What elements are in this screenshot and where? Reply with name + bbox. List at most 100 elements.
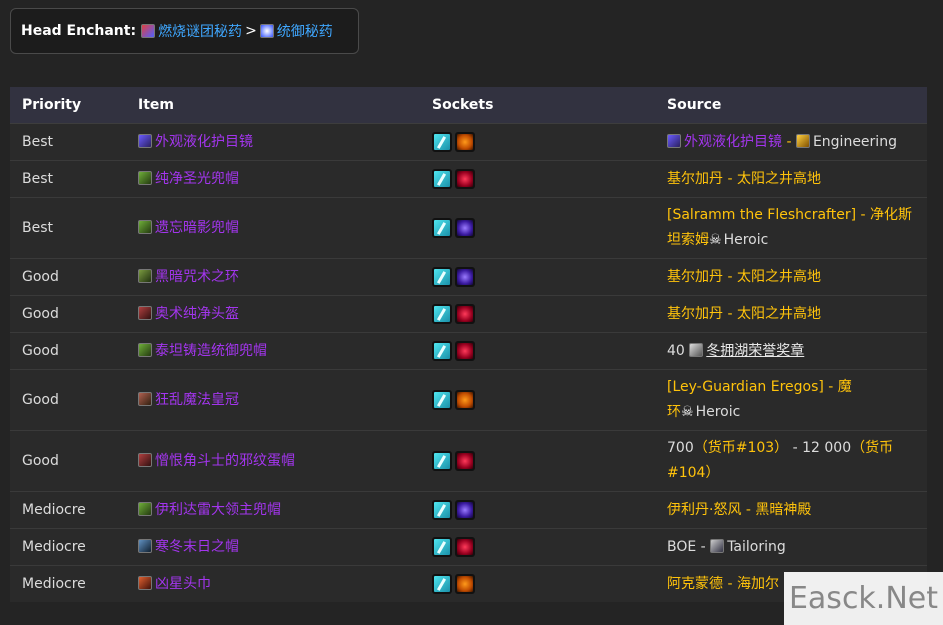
red-socket-icon[interactable] [455, 536, 475, 557]
prismatic-socket-icon[interactable] [432, 217, 452, 238]
source-cell: 基尔加丹 - 太阳之井高地 [655, 258, 927, 296]
source-cell: 700（货币#103） - 12 000（货币 #104） [655, 430, 927, 492]
sockets-cell [420, 369, 655, 431]
enchant-link-a[interactable]: 燃烧谜团秘药 [158, 21, 242, 41]
hood-icon [138, 342, 152, 357]
helm-icon [138, 452, 152, 467]
table-row: Best 外观液化护目镜 外观液化护目镜 - Engineering [10, 123, 927, 161]
table-header-row: Priority Item Sockets Source [10, 87, 927, 124]
source-text[interactable]: 冬拥湖荣誉奖章 [706, 343, 804, 359]
prismatic-socket-icon[interactable] [432, 131, 452, 152]
priority-cell: Best [10, 123, 126, 161]
table-row: Best 纯净圣光兜帽 基尔加丹 - 太阳之井高地 [10, 160, 927, 198]
enchant-separator: > [245, 23, 257, 39]
red-socket-icon[interactable] [455, 450, 475, 471]
red-socket-icon[interactable] [455, 303, 475, 324]
prismatic-socket-icon[interactable] [432, 499, 452, 520]
prismatic-socket-icon[interactable] [432, 450, 452, 471]
item-cell: 外观液化护目镜 [126, 123, 420, 161]
source-text[interactable]: 基尔加丹 - 太阳之井高地 [667, 306, 821, 322]
prismatic-socket-icon[interactable] [432, 266, 452, 287]
item-link[interactable]: 遗忘暗影兜帽 [155, 220, 239, 236]
item-cell: 伊利达雷大领主兜帽 [126, 491, 420, 529]
source-cell: 基尔加丹 - 太阳之井高地 [655, 160, 927, 198]
item-link[interactable]: 奥术纯净头盔 [155, 306, 239, 322]
prismatic-socket-icon[interactable] [432, 168, 452, 189]
sockets-cell [420, 430, 655, 492]
prismatic-socket-icon[interactable] [432, 573, 452, 594]
goggles-icon [138, 133, 152, 148]
priority-cell: Good [10, 258, 126, 296]
sockets-cell [420, 565, 655, 602]
table-row: Good 黑暗咒术之环 基尔加丹 - 太阳之井高地 [10, 258, 927, 296]
source-text[interactable]: 坦索姆 [667, 232, 709, 248]
item-link[interactable]: 寒冬末日之帽 [155, 539, 239, 555]
item-link[interactable]: 伊利达雷大领主兜帽 [155, 502, 281, 518]
source-text[interactable]: （货币#103） [694, 440, 788, 456]
potion-icon [141, 24, 156, 38]
item-cell: 狂乱魔法皇冠 [126, 369, 420, 431]
sockets-cell [420, 197, 655, 259]
tailoring-icon [710, 538, 725, 553]
sockets-cell [420, 258, 655, 296]
purple-socket-icon[interactable] [455, 217, 475, 238]
item-link[interactable]: 外观液化护目镜 [155, 134, 253, 150]
skull-icon: ☠ [709, 232, 722, 248]
item-cell: 黑暗咒术之环 [126, 258, 420, 296]
sockets-cell [420, 491, 655, 529]
source-text[interactable]: - [782, 134, 796, 150]
prismatic-socket-icon[interactable] [432, 303, 452, 324]
circlet-icon [138, 268, 152, 283]
priority-cell: Mediocre [10, 565, 126, 602]
item-cell: 奥术纯净头盔 [126, 295, 420, 333]
item-link[interactable]: 憎恨角斗士的邪纹蛋帽 [155, 453, 295, 469]
sockets-cell [420, 160, 655, 198]
source-cell: 40 冬拥湖荣誉奖章 [655, 332, 927, 370]
item-link[interactable]: 纯净圣光兜帽 [155, 171, 239, 187]
priority-cell: Good [10, 369, 126, 431]
enchant-link-b[interactable]: 统御秘药 [277, 21, 333, 41]
hood-icon [138, 219, 152, 234]
source-text: Heroic [723, 232, 769, 248]
purple-socket-icon[interactable] [455, 266, 475, 287]
source-text[interactable]: 外观液化护目镜 [684, 134, 782, 150]
item-cell: 憎恨角斗士的邪纹蛋帽 [126, 430, 420, 492]
prismatic-socket-icon[interactable] [432, 340, 452, 361]
priority-cell: Good [10, 332, 126, 370]
head-enchant-label: Head Enchant: [21, 23, 137, 39]
source-text[interactable]: 环 [667, 404, 681, 420]
source-text[interactable]: 阿克蒙德 - 海加尔 [667, 576, 779, 592]
purple-socket-icon[interactable] [455, 499, 475, 520]
prismatic-socket-icon[interactable] [432, 536, 452, 557]
item-cell: 纯净圣光兜帽 [126, 160, 420, 198]
header-priority: Priority [10, 87, 126, 124]
red-socket-icon[interactable] [455, 168, 475, 189]
orange-socket-icon[interactable] [455, 131, 475, 152]
skull-icon: ☠ [681, 404, 694, 420]
helm-icon [138, 305, 152, 320]
item-link[interactable]: 狂乱魔法皇冠 [155, 392, 239, 408]
prismatic-socket-icon[interactable] [432, 389, 452, 410]
priority-cell: Best [10, 160, 126, 198]
priority-cell: Best [10, 197, 126, 259]
source-text[interactable]: 基尔加丹 - 太阳之井高地 [667, 269, 821, 285]
item-link[interactable]: 黑暗咒术之环 [155, 269, 239, 285]
source-text[interactable]: #104） [667, 465, 719, 481]
source-text[interactable]: （货币 [851, 440, 893, 456]
item-cell: 遗忘暗影兜帽 [126, 197, 420, 259]
table-row: Good 憎恨角斗士的邪纹蛋帽 700（货币#103） - 12 000（货币 #10… [10, 430, 927, 492]
orange-socket-icon[interactable] [455, 389, 475, 410]
source-text[interactable]: [Ley-Guardian Eregos] - 魔 [667, 379, 852, 395]
item-link[interactable]: 泰坦铸造统御兜帽 [155, 343, 267, 359]
red-socket-icon[interactable] [455, 340, 475, 361]
turban-icon [138, 575, 152, 590]
table-row: Best 遗忘暗影兜帽 [Salramm the Fleshcrafter] - 净… [10, 197, 927, 259]
source-text: Heroic [695, 404, 741, 420]
table-row: Good 狂乱魔法皇冠 [Ley-Guardian Eregos] - 魔环☠ Her… [10, 369, 927, 431]
source-text[interactable]: [Salramm the Fleshcrafter] - 净化斯 [667, 207, 912, 223]
medal-icon [689, 342, 704, 357]
orange-socket-icon[interactable] [455, 573, 475, 594]
item-link[interactable]: 凶星头巾 [155, 576, 211, 592]
source-text[interactable]: 基尔加丹 - 太阳之井高地 [667, 171, 821, 187]
source-text[interactable]: 伊利丹·怒风 - 黑暗神殿 [667, 502, 811, 518]
